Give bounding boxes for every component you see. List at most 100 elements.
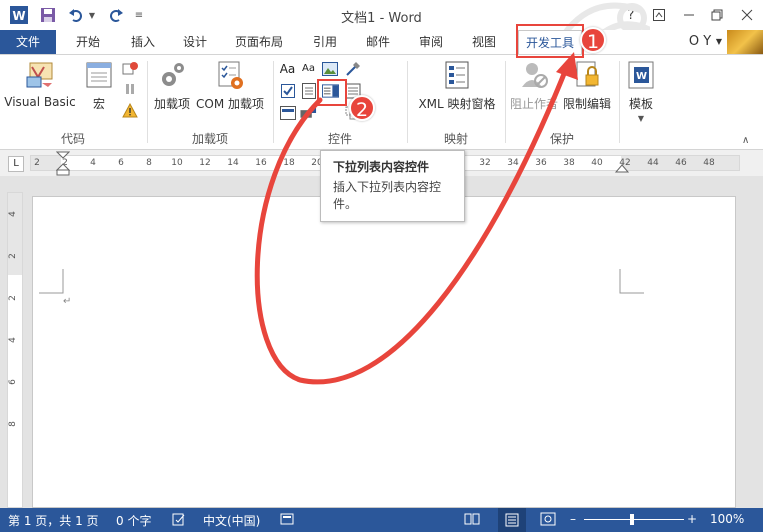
avatar[interactable] (727, 30, 763, 54)
pause-recording-icon[interactable] (121, 80, 138, 97)
minimize-icon[interactable] (676, 3, 702, 27)
ruler-tick-label: 46 (675, 158, 687, 168)
group-separator (619, 61, 620, 143)
combobox-control-icon[interactable] (300, 82, 317, 99)
zoom-in-icon[interactable]: + (687, 512, 697, 526)
collapse-ribbon-icon[interactable]: ∧ (742, 135, 749, 146)
template-dropdown-icon: ▼ (637, 114, 645, 123)
template-icon: W (628, 61, 654, 89)
plain-text-control-icon[interactable]: Aa (300, 60, 317, 77)
com-addins-label: COM 加载项 (196, 97, 264, 111)
ruler-tick-label: 14 (227, 158, 239, 168)
document-template-button[interactable]: W 模板 ▼ (624, 59, 658, 123)
ruler-tick-label: 8 (146, 158, 152, 168)
ruler-tick-label: 2 (34, 158, 40, 168)
ruler-tick-label: 4 (7, 337, 18, 343)
margin-corner-mark (619, 269, 644, 294)
visual-basic-button[interactable]: Visual Basic (4, 59, 76, 109)
record-macro-icon[interactable] (121, 60, 138, 77)
right-indent-marker-icon[interactable] (615, 164, 629, 174)
ruler-tick-label: 2 (7, 253, 18, 259)
checkbox-control-icon[interactable] (279, 82, 296, 99)
picture-control-icon[interactable] (321, 60, 338, 77)
status-bar: 第 1 页，共 1 页 0 个字 中文(中国) – + 100% (0, 508, 763, 532)
gear-icon (162, 63, 184, 86)
tab-home[interactable]: 开始 (66, 30, 110, 54)
ruler-tick-label: 8 (7, 421, 18, 427)
macro-record-icon[interactable] (280, 512, 294, 529)
building-block-control-icon[interactable] (279, 104, 296, 121)
ruler-tick-label: 18 (283, 158, 295, 168)
zoom-slider-thumb[interactable] (630, 514, 634, 525)
ruler-tick-label: 10 (171, 158, 183, 168)
macro-security-icon[interactable] (121, 102, 138, 119)
block-authors-icon (522, 63, 548, 88)
read-mode-icon[interactable] (464, 512, 480, 529)
ruler-tick-label: 38 (563, 158, 575, 168)
ruler-tick-label: 12 (199, 158, 211, 168)
step-badge-1: 1 (580, 27, 606, 53)
user-dropdown-icon[interactable]: ▼ (713, 30, 725, 54)
proofing-icon[interactable] (172, 512, 186, 529)
ruler-tick-label: 34 (507, 158, 519, 168)
ruler-margin (8, 193, 22, 275)
tab-selector[interactable]: L (8, 156, 24, 172)
vertical-scrollbar[interactable] (743, 186, 757, 502)
xml-mapping-icon (445, 61, 469, 89)
ruler-tick-label: 44 (647, 158, 659, 168)
tab-insert[interactable]: 插入 (121, 30, 165, 54)
word-count[interactable]: 0 个字 (116, 512, 151, 529)
print-layout-button[interactable] (498, 508, 526, 532)
tab-references[interactable]: 引用 (303, 30, 347, 54)
tab-review[interactable]: 审阅 (409, 30, 453, 54)
margin-corner-mark (39, 269, 64, 294)
group-controls-label: 控件 (327, 132, 352, 146)
visual-basic-label: Visual Basic (4, 95, 76, 109)
xml-mapping-label: XML 映射窗格 (418, 97, 496, 111)
dropdown-control-highlight (317, 79, 347, 106)
com-addins-button[interactable]: COM 加载项 (192, 59, 268, 112)
group-protect-label: 保护 (549, 132, 574, 146)
zoom-out-icon[interactable]: – (570, 512, 576, 526)
rich-text-control-icon[interactable]: Aa (279, 60, 296, 77)
macros-button[interactable]: 宏 (82, 59, 116, 112)
print-layout-icon (505, 513, 519, 527)
ruler-tick-label: 4 (90, 158, 96, 168)
document-page[interactable]: ↵ (32, 196, 736, 508)
lock-icon (576, 61, 599, 87)
zoom-level[interactable]: 100% (710, 512, 744, 526)
close-icon[interactable] (734, 3, 760, 27)
page-count[interactable]: 第 1 页，共 1 页 (8, 512, 99, 529)
design-mode-icon[interactable] (344, 60, 361, 77)
web-layout-icon[interactable] (540, 512, 556, 529)
tab-page-layout[interactable]: 页面布局 (226, 30, 292, 54)
language[interactable]: 中文(中国) (203, 512, 260, 529)
group-addins-label: 加载项 (191, 132, 228, 146)
vertical-ruler[interactable]: 4 2 2 4 6 8 (7, 192, 23, 508)
macros-label: 宏 (92, 97, 105, 111)
ruler-tick-label: 4 (7, 211, 18, 217)
macros-icon (86, 62, 112, 88)
restrict-editing-button[interactable]: 限制编辑 (560, 59, 614, 112)
ruler-tick-label: 32 (479, 158, 491, 168)
legacy-tools-icon[interactable] (300, 104, 317, 121)
template-label: 模板 (628, 97, 653, 111)
tab-file[interactable]: 文件 (0, 30, 56, 54)
svg-text:W: W (636, 71, 647, 82)
xml-mapping-pane-button[interactable]: XML 映射窗格 (413, 59, 501, 112)
ruler-tick-label: 48 (703, 158, 715, 168)
tab-mailings[interactable]: 邮件 (356, 30, 400, 54)
developer-tab-highlight (516, 24, 584, 58)
tab-design[interactable]: 设计 (173, 30, 217, 54)
paragraph-mark: ↵ (63, 296, 72, 307)
addins-button[interactable]: 加载项 (152, 59, 192, 112)
tab-view[interactable]: 视图 (462, 30, 506, 54)
ruler-tick-label: 2 (7, 295, 18, 301)
block-authors-button[interactable]: 阻止作者 (508, 59, 560, 112)
ribbon-tab-bar: 文件 开始 插入 设计 页面布局 引用 邮件 审阅 视图 开发工具 O Y ▼ (0, 30, 763, 54)
restore-icon[interactable] (704, 3, 730, 27)
group-mapping-label: 映射 (443, 132, 468, 146)
ruler-tick-label: 40 (591, 158, 603, 168)
zoom-slider[interactable] (584, 519, 684, 520)
indent-marker-icon[interactable] (56, 151, 70, 177)
